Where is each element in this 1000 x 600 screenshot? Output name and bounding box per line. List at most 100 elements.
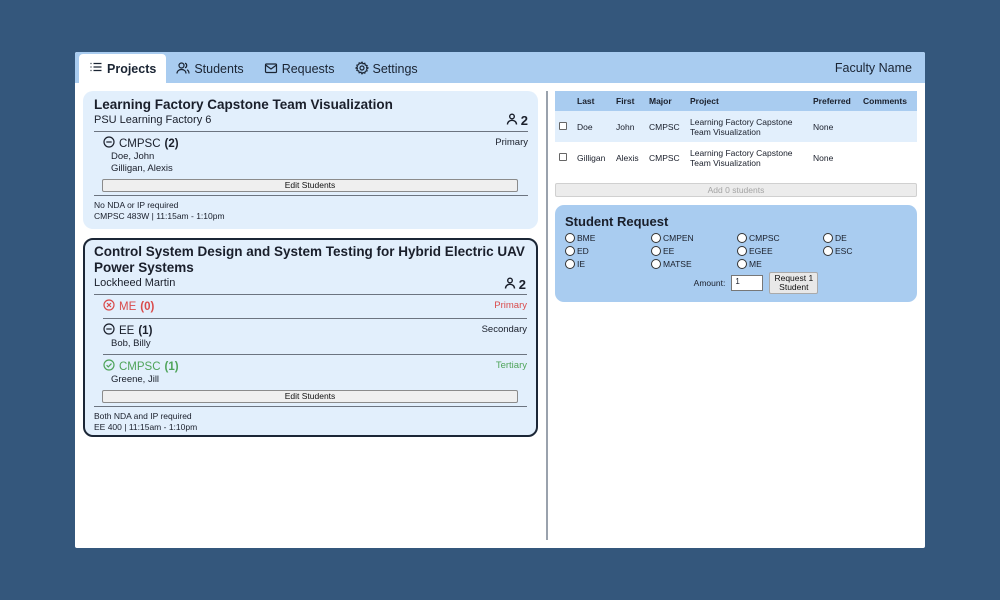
project-card[interactable]: Learning Factory Capstone Team Visualiza… bbox=[83, 91, 538, 229]
major-priority: Tertiary bbox=[495, 360, 527, 371]
nda-info: No NDA or IP required bbox=[94, 200, 179, 210]
radio-circle[interactable] bbox=[651, 259, 661, 269]
cell-major: CMPSC bbox=[645, 111, 686, 142]
radio-de[interactable]: DE bbox=[823, 232, 909, 244]
radio-label: IE bbox=[577, 259, 586, 269]
cell-preferred: None bbox=[809, 111, 859, 142]
major-name: ME bbox=[119, 300, 137, 313]
major-name: EE bbox=[119, 324, 135, 337]
radio-circle[interactable] bbox=[651, 233, 661, 243]
major-count: (0) bbox=[140, 300, 155, 313]
tab-label: Students bbox=[194, 62, 244, 76]
radio-circle[interactable] bbox=[737, 233, 747, 243]
team-count-value: 2 bbox=[520, 113, 528, 128]
major-row: CMPSC (1) Tertiary Greene, Jill bbox=[94, 359, 527, 386]
app-window: Projects Students Requests Settings Facu… bbox=[75, 52, 925, 548]
radio-label: ME bbox=[749, 259, 762, 269]
column-header-comments[interactable]: Comments bbox=[859, 91, 917, 111]
radio-circle[interactable] bbox=[823, 246, 833, 256]
faculty-name[interactable]: Faculty Name bbox=[835, 52, 912, 83]
table-row[interactable]: Gilligan Alexis CMPSC Learning Factory C… bbox=[555, 142, 917, 173]
cell-last: Gilligan bbox=[573, 142, 612, 173]
amount-label: Amount: bbox=[693, 278, 726, 288]
radio-matse[interactable]: MATSE bbox=[651, 258, 737, 270]
radio-label: ESC bbox=[835, 246, 853, 256]
radio-cmpen[interactable]: CMPEN bbox=[651, 232, 737, 244]
column-header-preferred[interactable]: Preferred bbox=[809, 91, 859, 111]
major-priority: Secondary bbox=[481, 324, 527, 335]
major-priority: Primary bbox=[494, 300, 527, 311]
column-header-first[interactable]: First bbox=[612, 91, 645, 111]
amount-row: Amount: 1 Request 1 Student bbox=[565, 272, 907, 294]
nda-info: Both NDA and IP required bbox=[94, 411, 192, 421]
cell-preferred: None bbox=[809, 142, 859, 173]
radio-cmpsc[interactable]: CMPSC bbox=[737, 232, 823, 244]
radio-circle[interactable] bbox=[565, 246, 575, 256]
radio-circle[interactable] bbox=[737, 246, 747, 256]
row-checkbox[interactable] bbox=[559, 152, 567, 161]
tab-settings[interactable]: Settings bbox=[345, 55, 428, 83]
cell-first: Alexis bbox=[612, 142, 645, 173]
add-students-button[interactable]: Add 0 students bbox=[555, 183, 917, 197]
radio-ed[interactable]: ED bbox=[565, 245, 651, 257]
user-icon bbox=[504, 277, 516, 292]
radio-circle[interactable] bbox=[565, 233, 575, 243]
cell-project: Learning Factory Capstone Team Visualiza… bbox=[686, 111, 809, 142]
radio-label: CMPSC bbox=[749, 233, 780, 243]
radio-esc[interactable]: ESC bbox=[823, 245, 909, 257]
team-count: 2 bbox=[504, 277, 526, 292]
project-list: Learning Factory Capstone Team Visualiza… bbox=[83, 91, 538, 446]
student-panel: Last First Major Project Preferred Comme… bbox=[555, 91, 917, 302]
project-sponsor: PSU Learning Factory 6 bbox=[94, 114, 212, 126]
major-count: (2) bbox=[164, 137, 179, 150]
tab-requests[interactable]: Requests bbox=[254, 55, 345, 83]
radio-egee[interactable]: EGEE bbox=[737, 245, 823, 257]
course-info: EE 400 | 11:15am - 1:10pm bbox=[94, 422, 198, 432]
tab-projects[interactable]: Projects bbox=[79, 54, 167, 83]
minus-circle-icon[interactable] bbox=[103, 323, 115, 338]
x-circle-icon bbox=[103, 299, 115, 314]
major-row: EE (1) Secondary Bob, Billy bbox=[94, 323, 527, 350]
cell-comments bbox=[859, 142, 917, 173]
radio-circle[interactable] bbox=[823, 233, 833, 243]
table-header-row: Last First Major Project Preferred Comme… bbox=[555, 91, 917, 111]
project-title: Learning Factory Capstone Team Visualiza… bbox=[94, 97, 393, 112]
radio-circle[interactable] bbox=[651, 246, 661, 256]
divider bbox=[103, 318, 527, 319]
radio-ee[interactable]: EE bbox=[651, 245, 737, 257]
radio-ie[interactable]: IE bbox=[565, 258, 651, 270]
request-student-button[interactable]: Request 1 Student bbox=[769, 272, 819, 294]
radio-me[interactable]: ME bbox=[737, 258, 823, 270]
panel-divider[interactable] bbox=[546, 91, 548, 540]
tab-label: Requests bbox=[281, 62, 335, 76]
tab-students[interactable]: Students bbox=[166, 55, 253, 83]
edit-students-button[interactable]: Edit Students bbox=[102, 390, 518, 403]
user-icon bbox=[506, 113, 518, 128]
major-name: CMPSC bbox=[119, 360, 161, 373]
divider bbox=[94, 131, 528, 132]
divider bbox=[94, 406, 527, 407]
radio-circle[interactable] bbox=[737, 259, 747, 269]
student-name: Doe, John bbox=[111, 151, 155, 162]
column-header-last[interactable]: Last bbox=[573, 91, 612, 111]
major-name: CMPSC bbox=[119, 137, 161, 150]
radio-label: CMPEN bbox=[663, 233, 694, 243]
edit-students-button[interactable]: Edit Students bbox=[102, 179, 518, 192]
tab-label: Settings bbox=[372, 62, 418, 76]
column-header-major[interactable]: Major bbox=[645, 91, 686, 111]
radio-label: DE bbox=[835, 233, 847, 243]
radio-bme[interactable]: BME bbox=[565, 232, 651, 244]
cell-comments bbox=[859, 111, 917, 142]
divider bbox=[94, 294, 527, 295]
project-card-selected[interactable]: Control System Design and System Testing… bbox=[83, 238, 538, 437]
main-content: Learning Factory Capstone Team Visualiza… bbox=[75, 83, 925, 548]
table-row[interactable]: Doe John CMPSC Learning Factory Capstone… bbox=[555, 111, 917, 142]
minus-circle-icon[interactable] bbox=[103, 136, 115, 151]
row-checkbox[interactable] bbox=[559, 121, 567, 130]
amount-input[interactable]: 1 bbox=[731, 275, 764, 291]
tab-label: Projects bbox=[107, 61, 157, 76]
radio-circle[interactable] bbox=[565, 259, 575, 269]
major-count: (1) bbox=[138, 324, 153, 337]
column-header-project[interactable]: Project bbox=[686, 91, 809, 111]
radio-label: EE bbox=[663, 246, 675, 256]
